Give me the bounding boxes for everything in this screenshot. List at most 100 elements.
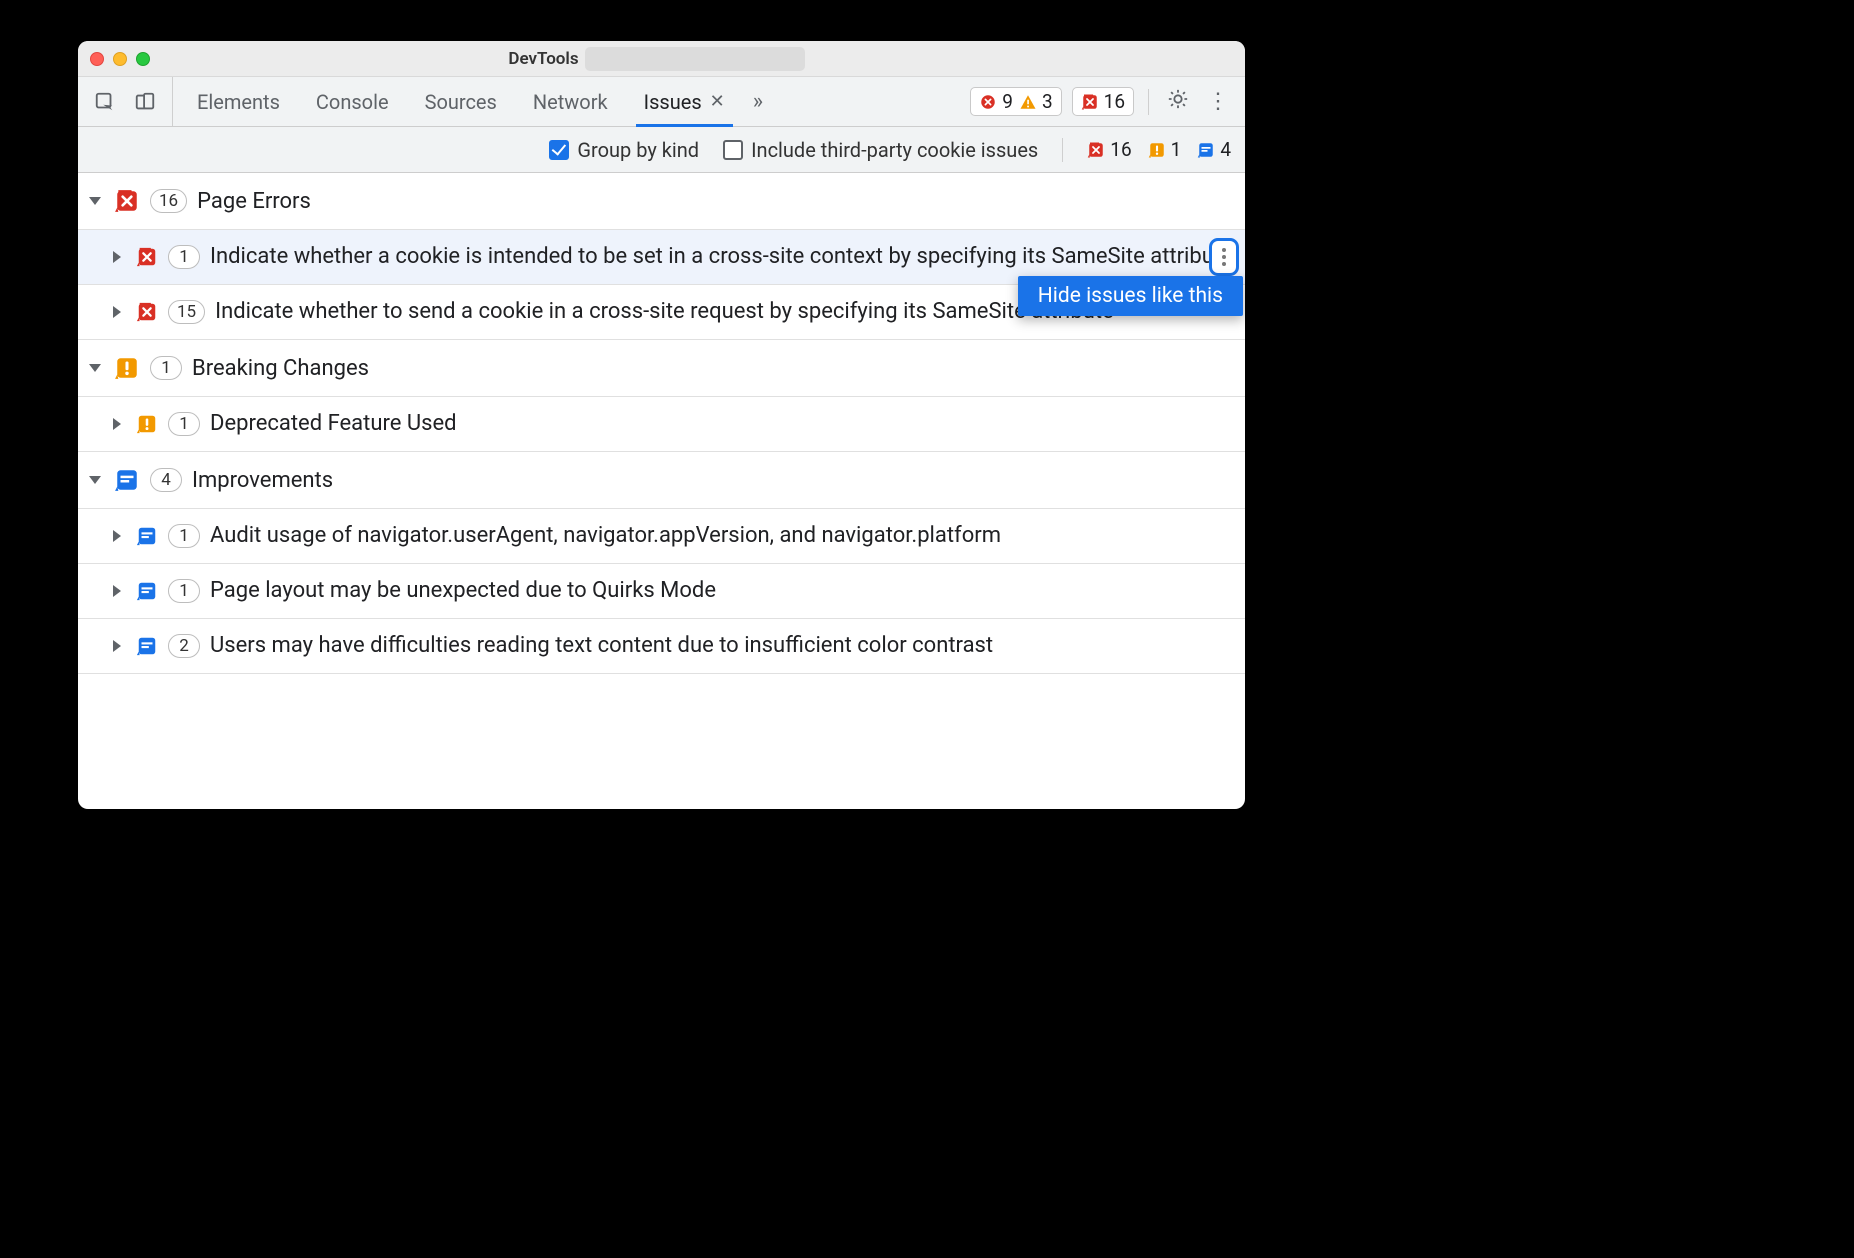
issue-item: 1 Indicate whether a cookie is intended … — [78, 230, 1245, 285]
issue-item: 1 Audit usage of navigator.userAgent, na… — [78, 509, 1245, 564]
tab-console[interactable]: Console — [298, 77, 407, 126]
info-speech-icon — [114, 467, 140, 493]
issue-row[interactable]: 1 Page layout may be unexpected due to Q… — [78, 564, 1245, 618]
warning-speech-icon — [1148, 141, 1166, 159]
error-circle-icon — [979, 93, 997, 111]
error-speech-icon — [1081, 93, 1099, 111]
filter-info-count[interactable]: 4 — [1197, 138, 1231, 161]
category-improvements: 4 Improvements — [78, 452, 1245, 509]
issue-text: Indicate whether a cookie is intended to… — [210, 242, 1235, 272]
issues-filter-bar: Group by kind Include third-party cookie… — [78, 127, 1245, 173]
filter-error-count[interactable]: 16 — [1087, 138, 1131, 161]
disclosure-triangle-icon[interactable] — [108, 303, 126, 321]
disclosure-triangle-icon[interactable] — [108, 527, 126, 545]
category-count-badge: 1 — [150, 356, 182, 380]
kebab-icon — [1222, 248, 1226, 266]
group-by-kind-label: Group by kind — [577, 138, 699, 162]
main-menu-button[interactable]: ⋮ — [1203, 89, 1233, 114]
warning-count: 3 — [1019, 90, 1053, 113]
device-toolbar-button[interactable] — [130, 87, 160, 117]
category-count-badge: 16 — [150, 189, 187, 213]
issue-count-badge: 1 — [168, 579, 200, 603]
minimize-window-button[interactable] — [113, 52, 127, 66]
issue-count-badge: 2 — [168, 634, 200, 658]
info-speech-icon — [136, 635, 158, 657]
error-count: 9 — [979, 90, 1013, 113]
issue-menu-button[interactable] — [1209, 238, 1239, 276]
issue-count-badge: 1 — [168, 524, 200, 548]
filter-separator — [1062, 138, 1063, 162]
filter-warning-count[interactable]: 1 — [1148, 138, 1182, 161]
disclosure-triangle-icon[interactable] — [86, 192, 104, 210]
info-speech-icon — [136, 580, 158, 602]
issue-item: 2 Users may have difficulties reading te… — [78, 619, 1245, 674]
include-third-party-label: Include third-party cookie issues — [751, 138, 1038, 162]
checkbox-checked-icon — [549, 140, 569, 160]
tab-strip: Elements Console Sources Network Issues … — [179, 77, 743, 126]
issue-text: Audit usage of navigator.userAgent, navi… — [210, 521, 1235, 551]
tab-sources[interactable]: Sources — [407, 77, 515, 126]
error-speech-icon — [114, 188, 140, 214]
category-page-errors: 16 Page Errors — [78, 173, 1245, 230]
devtools-window: DevTools Elements Console Sources Networ… — [78, 41, 1245, 809]
issue-row[interactable]: 1 Audit usage of navigator.userAgent, na… — [78, 509, 1245, 563]
category-header[interactable]: 1 Breaking Changes — [78, 340, 1245, 396]
error-speech-icon — [136, 301, 158, 323]
inspect-element-button[interactable] — [90, 87, 120, 117]
category-header[interactable]: 16 Page Errors — [78, 173, 1245, 229]
category-label: Page Errors — [197, 189, 311, 214]
maximize-window-button[interactable] — [136, 52, 150, 66]
close-window-button[interactable] — [90, 52, 104, 66]
disclosure-triangle-icon[interactable] — [108, 582, 126, 600]
category-header[interactable]: 4 Improvements — [78, 452, 1245, 508]
issue-text: Deprecated Feature Used — [210, 409, 1235, 439]
window-title: DevTools — [508, 49, 578, 69]
category-label: Improvements — [192, 468, 333, 493]
include-third-party-checkbox[interactable]: Include third-party cookie issues — [723, 138, 1038, 162]
warning-triangle-icon — [1019, 93, 1037, 111]
category-count-badge: 4 — [150, 468, 182, 492]
info-speech-icon — [136, 525, 158, 547]
tab-network[interactable]: Network — [515, 77, 626, 126]
context-menu[interactable]: Hide issues like this — [1018, 276, 1243, 316]
titlebar-title: DevTools — [508, 47, 804, 71]
disclosure-triangle-icon[interactable] — [108, 248, 126, 266]
disclosure-triangle-icon[interactable] — [108, 637, 126, 655]
issues-error-count: 16 — [1081, 90, 1125, 113]
titlebar: DevTools — [78, 41, 1245, 77]
issue-count-badge: 1 — [168, 412, 200, 436]
category-breaking-changes: 1 Breaking Changes — [78, 340, 1245, 397]
window-controls — [90, 52, 150, 66]
issues-tree: 16 Page Errors 1 Indicate whether a cook… — [78, 173, 1245, 674]
more-tabs-button[interactable]: » — [743, 77, 773, 126]
error-speech-icon — [1087, 141, 1105, 159]
issue-row[interactable]: 2 Users may have difficulties reading te… — [78, 619, 1245, 673]
disclosure-triangle-icon[interactable] — [86, 471, 104, 489]
info-speech-icon — [1197, 141, 1215, 159]
category-label: Breaking Changes — [192, 356, 369, 381]
issues-count-pill[interactable]: 16 — [1072, 87, 1134, 116]
tab-elements[interactable]: Elements — [179, 77, 298, 126]
console-counts-pill[interactable]: 9 3 — [970, 87, 1061, 116]
disclosure-triangle-icon[interactable] — [108, 415, 126, 433]
checkbox-empty-icon — [723, 140, 743, 160]
settings-button[interactable] — [1163, 88, 1193, 116]
titlebar-url-placeholder — [585, 47, 805, 71]
issue-count-badge: 15 — [168, 300, 205, 324]
issue-count-badge: 1 — [168, 245, 200, 269]
group-by-kind-checkbox[interactable]: Group by kind — [549, 138, 699, 162]
context-menu-item-label: Hide issues like this — [1038, 284, 1223, 308]
devtools-toolbar: Elements Console Sources Network Issues … — [78, 77, 1245, 127]
disclosure-triangle-icon[interactable] — [86, 359, 104, 377]
tab-issues[interactable]: Issues ✕ — [626, 77, 743, 126]
issue-item: 1 Deprecated Feature Used — [78, 397, 1245, 452]
issue-row[interactable]: 1 Deprecated Feature Used — [78, 397, 1245, 451]
warning-speech-icon — [136, 413, 158, 435]
error-speech-icon — [136, 246, 158, 268]
close-tab-icon[interactable]: ✕ — [710, 93, 725, 111]
issue-row[interactable]: 1 Indicate whether a cookie is intended … — [78, 230, 1245, 284]
issue-text: Page layout may be unexpected due to Qui… — [210, 576, 1235, 606]
warning-speech-icon — [114, 355, 140, 381]
toolbar-separator — [1148, 89, 1149, 115]
issue-kind-counts: 16 1 4 — [1087, 138, 1231, 161]
